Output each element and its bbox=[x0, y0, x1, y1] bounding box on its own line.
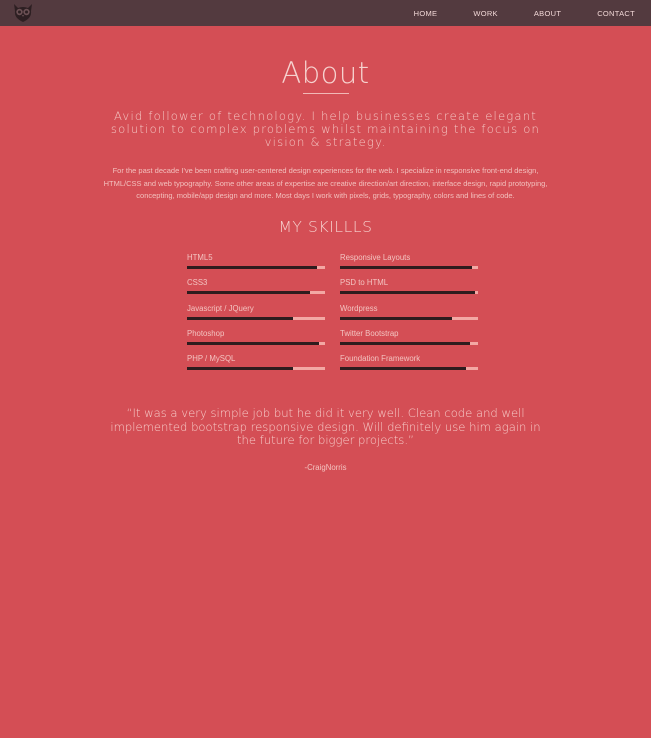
skill-progress-fill bbox=[340, 367, 466, 370]
skill-label: Foundation Framework bbox=[340, 354, 421, 363]
skill-progress-bar bbox=[187, 317, 325, 320]
title-divider bbox=[303, 93, 349, 94]
skill-progress-bar bbox=[340, 266, 478, 269]
skill-progress-bar bbox=[187, 266, 325, 269]
about-intro-text: For the past decade I've been crafting u… bbox=[103, 166, 548, 201]
skill-photoshop: Photoshop bbox=[187, 329, 325, 351]
testimonial-author: -CraigNorris bbox=[304, 463, 347, 472]
skill-css3: CSS3 bbox=[187, 278, 325, 300]
nav-home-link[interactable]: HOME bbox=[414, 9, 438, 18]
skill-html5: HTML5 bbox=[187, 253, 325, 275]
skill-label: Photoshop bbox=[187, 329, 225, 338]
nav-work-link[interactable]: WORK bbox=[473, 9, 498, 18]
skill-progress-fill bbox=[340, 266, 473, 269]
skill-label: Javascript / JQuery bbox=[187, 304, 254, 313]
top-navigation-bar: HOME WORK ABOUT CONTACT bbox=[0, 0, 651, 26]
skill-label: HTML5 bbox=[187, 253, 213, 262]
main-nav: HOME WORK ABOUT CONTACT bbox=[378, 0, 635, 26]
skill-label: Twitter Bootstrap bbox=[340, 329, 399, 338]
skill-progress-fill bbox=[187, 317, 294, 320]
skill-progress-fill bbox=[340, 342, 470, 345]
skill-progress-bar bbox=[340, 291, 478, 294]
skill-progress-fill bbox=[340, 291, 476, 294]
skill-progress-fill bbox=[187, 367, 294, 370]
skill-label: PSD to HTML bbox=[340, 278, 389, 287]
skill-progress-fill bbox=[187, 342, 320, 345]
skill-label: CSS3 bbox=[187, 278, 208, 287]
skill-wordpress: Wordpress bbox=[340, 304, 478, 326]
skill-progress-bar bbox=[340, 342, 478, 345]
skill-progress-fill bbox=[187, 266, 317, 269]
skill-progress-bar bbox=[340, 367, 478, 370]
skill-label: Responsive Layouts bbox=[340, 253, 411, 262]
skill-psd-to-html: PSD to HTML bbox=[340, 278, 478, 300]
skill-progress-bar bbox=[187, 367, 325, 370]
skill-twitter-bootstrap: Twitter Bootstrap bbox=[340, 329, 478, 351]
nav-about-link[interactable]: ABOUT bbox=[534, 9, 561, 18]
skills-heading: MY SKILLLS bbox=[278, 218, 373, 236]
skill-progress-fill bbox=[187, 291, 310, 294]
skill-php-mysql: PHP / MySQL bbox=[187, 354, 325, 376]
skill-label: Wordpress bbox=[340, 304, 378, 313]
skill-progress-bar bbox=[187, 342, 325, 345]
skill-javascript-jquery: Javascript / JQuery bbox=[187, 304, 325, 326]
skill-responsive-layouts: Responsive Layouts bbox=[340, 253, 478, 275]
owl-icon[interactable] bbox=[12, 3, 34, 23]
skill-label: PHP / MySQL bbox=[187, 354, 236, 363]
about-tagline: Avid follower of technology. I help busi… bbox=[110, 109, 541, 149]
skill-progress-fill bbox=[340, 317, 452, 320]
skill-foundation-framework: Foundation Framework bbox=[340, 354, 478, 376]
skill-progress-bar bbox=[187, 291, 325, 294]
nav-contact-link[interactable]: CONTACT bbox=[597, 9, 635, 18]
testimonial-quote: “It was a very simple job but he did it … bbox=[110, 406, 541, 448]
skill-progress-bar bbox=[340, 317, 478, 320]
page-title: About bbox=[281, 56, 370, 90]
